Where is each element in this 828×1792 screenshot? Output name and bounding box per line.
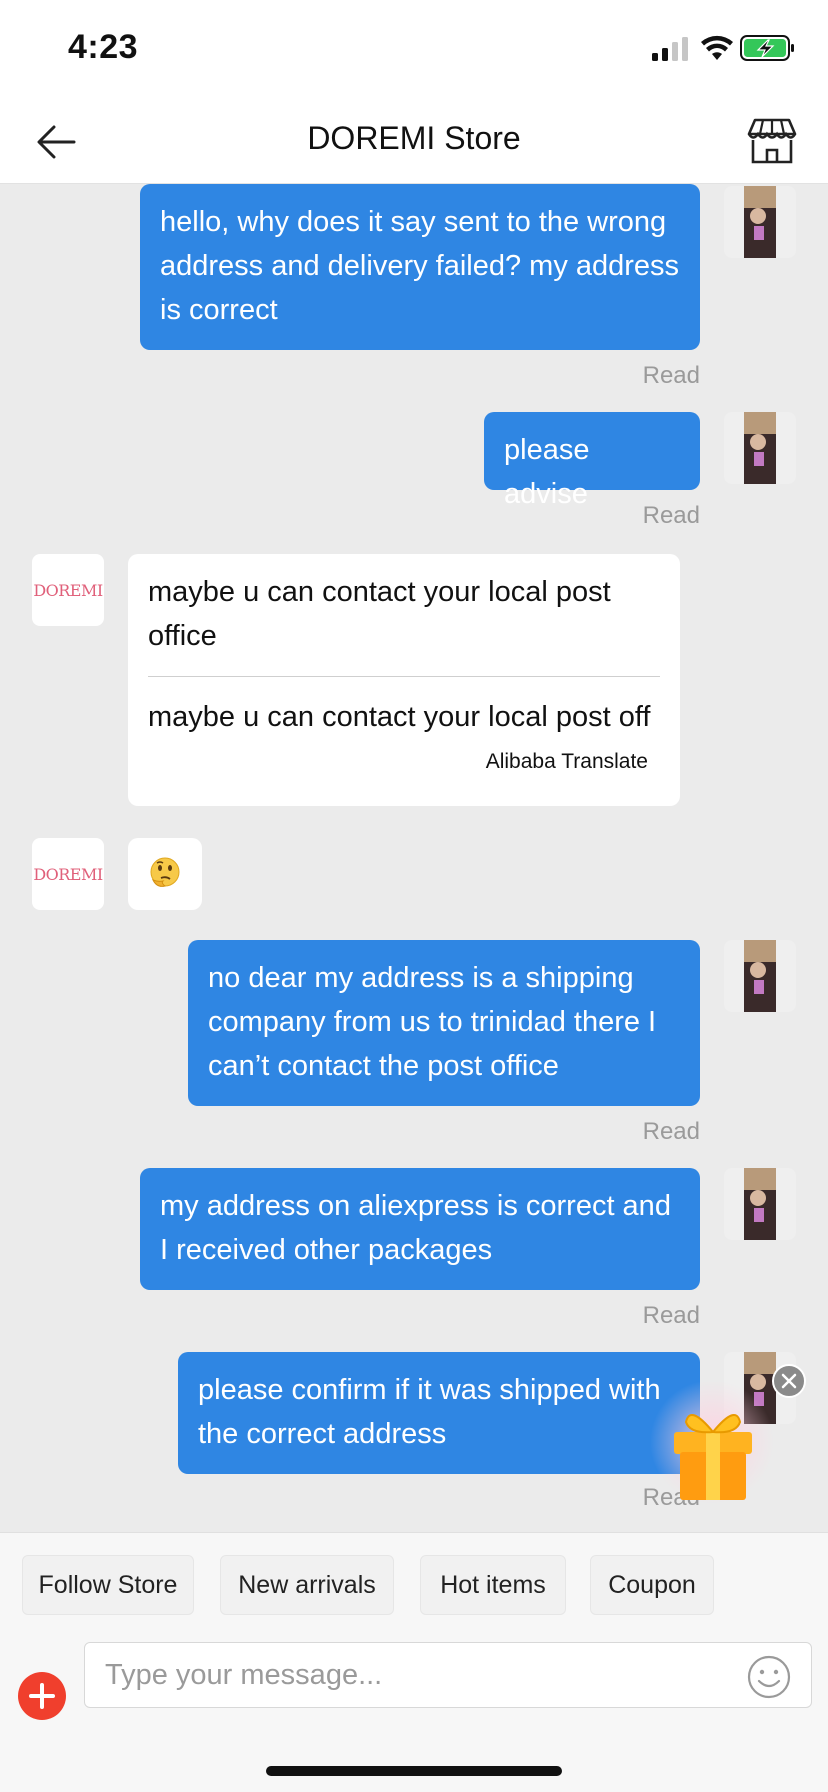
- translator-label: Alibaba Translate: [485, 750, 648, 773]
- read-receipt: Read: [642, 502, 700, 529]
- user-avatar[interactable]: [724, 186, 796, 258]
- thinking-face-icon: [150, 857, 180, 887]
- user-photo-icon: [744, 1168, 776, 1240]
- read-receipt: Read: [642, 1118, 700, 1145]
- translation-divider: [148, 676, 660, 677]
- outgoing-message[interactable]: no dear my address is a shipping company…: [188, 940, 700, 1106]
- message-text: please confirm if it was shipped with th…: [198, 1374, 661, 1450]
- store-avatar[interactable]: DOREMI: [32, 554, 104, 626]
- emoji-icon[interactable]: [746, 1654, 792, 1700]
- translated-text: maybe u can contact your local post off: [148, 701, 651, 733]
- message-input-placeholder: Type your message...: [105, 1659, 383, 1691]
- outgoing-message[interactable]: please confirm if it was shipped with th…: [178, 1352, 700, 1474]
- user-photo-icon: [744, 940, 776, 1012]
- status-time: 4:23: [68, 28, 139, 66]
- incoming-emoji-message[interactable]: [128, 838, 202, 910]
- add-attachment-button[interactable]: [18, 1672, 66, 1720]
- user-photo-icon: [744, 412, 776, 484]
- read-receipt: Read: [642, 1302, 700, 1329]
- battery-charging-icon: [740, 35, 794, 61]
- close-gift-button[interactable]: [772, 1364, 806, 1398]
- quick-reply-follow-store[interactable]: Follow Store: [22, 1555, 194, 1615]
- nav-bar: DOREMI Store: [0, 100, 828, 184]
- message-text: maybe u can contact your local post offi…: [148, 576, 611, 652]
- user-avatar[interactable]: [724, 412, 796, 484]
- store-icon[interactable]: [746, 116, 798, 166]
- chat-thread: hello, why does it say sent to the wrong…: [0, 184, 828, 1532]
- user-avatar[interactable]: [724, 1168, 796, 1240]
- wifi-icon: [701, 35, 733, 60]
- outgoing-message[interactable]: please advise: [484, 412, 700, 510]
- close-icon: [781, 1373, 797, 1389]
- store-avatar[interactable]: DOREMI: [32, 838, 104, 910]
- quick-replies-bar: Follow Store New arrivals Hot items Coup…: [0, 1532, 828, 1636]
- outgoing-message[interactable]: hello, why does it say sent to the wrong…: [140, 184, 700, 350]
- status-bar: 4:23: [0, 0, 828, 100]
- message-text: no dear my address is a shipping company…: [208, 962, 657, 1082]
- cellular-signal-icon: [652, 37, 688, 61]
- message-text: please advise: [504, 434, 590, 510]
- user-photo-icon: [744, 186, 776, 258]
- page-title: DOREMI Store: [307, 120, 521, 156]
- gift-promo-icon[interactable]: [650, 1382, 780, 1512]
- read-receipt: Read: [642, 362, 700, 389]
- quick-reply-hot-items[interactable]: Hot items: [420, 1555, 566, 1615]
- message-input[interactable]: Type your message...: [84, 1642, 812, 1708]
- plus-icon: [29, 1683, 55, 1709]
- store-logo-text: DOREMI: [33, 864, 103, 884]
- quick-reply-coupon[interactable]: Coupon: [590, 1555, 714, 1615]
- message-text: my address on aliexpress is correct and …: [160, 1190, 671, 1266]
- outgoing-message[interactable]: my address on aliexpress is correct and …: [140, 1168, 700, 1290]
- message-composer: Type your message...: [0, 1636, 828, 1792]
- quick-reply-new-arrivals[interactable]: New arrivals: [220, 1555, 394, 1615]
- user-avatar[interactable]: [724, 940, 796, 1012]
- store-logo-text: DOREMI: [33, 580, 103, 600]
- incoming-message[interactable]: maybe u can contact your local post offi…: [128, 554, 680, 806]
- message-text: hello, why does it say sent to the wrong…: [160, 206, 680, 326]
- home-indicator[interactable]: [266, 1766, 562, 1776]
